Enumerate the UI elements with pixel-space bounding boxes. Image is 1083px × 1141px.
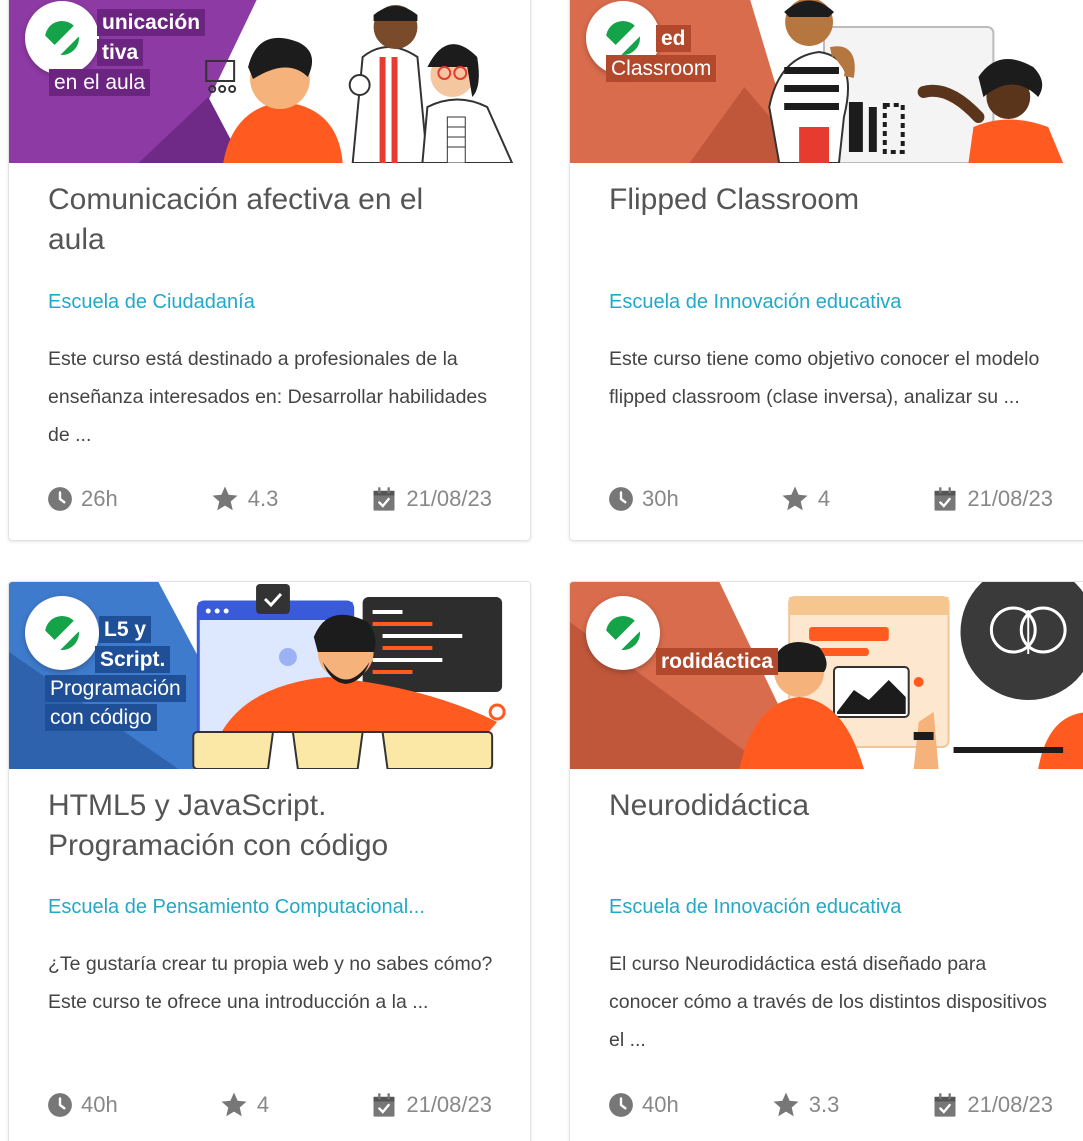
banner-label: L5 y (99, 616, 152, 645)
banner-line: L5 y (99, 616, 152, 643)
banner-line: con código (45, 704, 157, 731)
check-icon (34, 612, 90, 654)
course-card[interactable]: L5 y Script. Programación con código HTM… (8, 581, 531, 1141)
banner-line: ed (656, 25, 691, 52)
rating-value: 4 (256, 1092, 270, 1117)
course-title[interactable]: Comunicación afectiva en el aula (48, 180, 488, 260)
course-school-link[interactable]: Escuela de Innovación educativa (609, 291, 1059, 314)
course-description: El curso Neurodidáctica está diseñado pa… (609, 953, 1047, 1051)
course-rating: 4.3 (210, 484, 279, 514)
rating-value: 4.3 (247, 486, 279, 511)
calendar-check-icon (934, 1093, 956, 1117)
banner-line: en el aula (49, 69, 151, 96)
star-icon (773, 1092, 799, 1117)
course-duration: 40h (47, 1092, 118, 1118)
course-banner[interactable]: ed Classroom (570, 0, 1083, 163)
star-icon (212, 486, 238, 511)
course-duration: 26h (47, 486, 118, 512)
course-rating: 4 (219, 1090, 269, 1120)
star-icon (221, 1092, 247, 1117)
course-school-link[interactable]: Escuela de Ciudadanía (48, 291, 498, 314)
banner-line: Script. (95, 646, 171, 673)
course-banner[interactable]: rodidáctica (570, 582, 1083, 769)
date-value: 21/08/23 (406, 1092, 492, 1117)
course-card[interactable]: ed Classroom Flipped Classroom Escuela d… (569, 0, 1083, 541)
star-icon (782, 486, 808, 511)
course-school-link[interactable]: Escuela de Innovación educativa (609, 896, 1059, 919)
duration-value: 26h (81, 486, 118, 511)
course-description: Este curso está destinado a profesionale… (48, 348, 488, 446)
course-duration: 40h (608, 1092, 679, 1118)
course-duration: 30h (608, 486, 679, 512)
course-date: 21/08/23 (370, 485, 492, 513)
check-icon (595, 612, 651, 654)
banner-label: Programación (45, 675, 186, 704)
banner-label: con código (45, 704, 157, 733)
duration-value: 40h (642, 1092, 679, 1117)
course-title[interactable]: HTML5 y JavaScript. Programación con cód… (48, 786, 488, 866)
banner-label: en el aula (49, 69, 151, 98)
duration-value: 30h (642, 486, 679, 511)
course-title[interactable]: Flipped Classroom (609, 180, 1049, 220)
banner-label: ed (656, 25, 691, 54)
banner-label: rodidáctica (656, 648, 779, 677)
banner-label: Classroom (606, 55, 717, 84)
course-meta: 40h 4 21/08/23 (47, 1090, 492, 1120)
banner-line: unicación (97, 9, 206, 36)
banner-line: rodidáctica (656, 648, 779, 675)
calendar-check-icon (373, 1093, 395, 1117)
course-card[interactable]: rodidáctica Neurodidáctica Escuela de In… (569, 581, 1083, 1141)
course-description: Este curso tiene como objetivo conocer e… (609, 348, 1040, 408)
check-icon (595, 17, 651, 59)
date-value: 21/08/23 (406, 486, 492, 511)
check-icon (34, 17, 90, 59)
course-date: 21/08/23 (370, 1091, 492, 1119)
course-rating: 4 (780, 484, 830, 514)
rating-value: 3.3 (808, 1092, 840, 1117)
date-value: 21/08/23 (967, 486, 1053, 511)
course-card[interactable]: unicación tiva en el aula Comunicación a… (8, 0, 531, 541)
banner-line: tiva (97, 39, 144, 66)
clock-icon (609, 487, 633, 511)
course-rating: 3.3 (771, 1090, 840, 1120)
course-banner[interactable]: L5 y Script. Programación con código (9, 582, 530, 769)
course-description: ¿Te gustaría crear tu propia web y no sa… (48, 953, 493, 1013)
clock-icon (609, 1093, 633, 1117)
banner-label: unicación (97, 9, 206, 38)
rating-value: 4 (817, 486, 831, 511)
course-grid: unicación tiva en el aula Comunicación a… (0, 0, 1083, 1141)
completed-badge (25, 596, 99, 670)
course-school-link[interactable]: Escuela de Pensamiento Computacional... (48, 896, 498, 919)
course-meta: 26h 4.3 21/08/23 (47, 484, 492, 514)
course-meta: 40h 3.3 21/08/23 (608, 1090, 1053, 1120)
calendar-check-icon (934, 487, 956, 511)
clock-icon (48, 1093, 72, 1117)
banner-line: Classroom (606, 55, 717, 82)
completed-badge (586, 596, 660, 670)
calendar-check-icon (373, 487, 395, 511)
course-banner[interactable]: unicación tiva en el aula (9, 0, 530, 163)
completed-badge (25, 1, 99, 75)
date-value: 21/08/23 (967, 1092, 1053, 1117)
banner-label: tiva (97, 39, 144, 68)
clock-icon (48, 487, 72, 511)
course-date: 21/08/23 (931, 485, 1053, 513)
course-title[interactable]: Neurodidáctica (609, 786, 1049, 826)
banner-label: Script. (95, 646, 171, 675)
course-meta: 30h 4 21/08/23 (608, 484, 1053, 514)
course-date: 21/08/23 (931, 1091, 1053, 1119)
banner-line: Programación (45, 675, 186, 702)
duration-value: 40h (81, 1092, 118, 1117)
